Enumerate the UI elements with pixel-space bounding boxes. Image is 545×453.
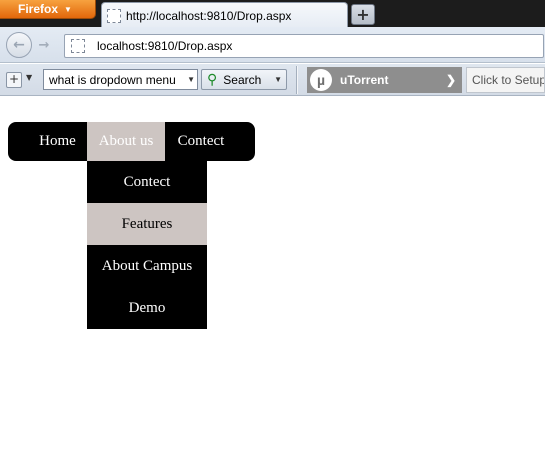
menu-item-home[interactable]: Home [8,122,87,161]
back-button[interactable]: ← [6,32,32,58]
search-toolbar: + ▼ what is dropdown menu ▼ ⚲ Search ▼ µ… [0,64,545,96]
tab-title: http://localhost:9810/Drop.aspx [126,8,292,23]
firefox-button-label: Firefox [18,2,59,16]
search-button-label: Search [223,72,262,87]
toolbar-separator [296,66,298,94]
menu-item-label: Home [39,133,76,149]
submenu-item-about-campus[interactable]: About Campus [87,245,207,287]
menu-item-label: About us [98,133,154,149]
submenu-item-features[interactable]: Features [87,203,207,245]
menu-item-label: Contect [177,133,225,149]
submenu-item-label: Features [121,215,173,232]
firefox-menu-button[interactable]: Firefox ▼ [0,0,96,19]
submenu-item-contect[interactable]: Contect [87,161,207,203]
url-text: localhost:9810/Drop.aspx [97,39,233,53]
arrow-left-icon: ← [13,37,25,53]
utorrent-label: uTorrent [340,73,389,87]
menu-item-contect[interactable]: Contect [165,122,255,161]
main-menu: Home About us Contect [8,122,255,161]
chevron-down-icon[interactable]: ▼ [26,73,32,82]
about-us-dropdown: Contect Features About Campus Demo [87,161,207,329]
add-toolbar-button[interactable]: + [6,72,22,88]
tab-strip: Firefox ▼ http://localhost:9810/Drop.asp… [0,0,545,28]
setup-field[interactable]: Click to Setup [466,67,545,93]
plus-icon: + [356,5,370,24]
site-identity-icon [71,39,85,53]
chevron-down-icon: ▼ [64,4,72,14]
submenu-item-label: About Campus [101,257,193,274]
utorrent-toolbar-button[interactable]: µ uTorrent ❯ [307,67,462,93]
chevron-down-icon[interactable]: ▼ [187,70,195,89]
chevron-down-icon[interactable]: ❯ [446,73,456,87]
search-input[interactable]: what is dropdown menu ▼ [43,69,198,90]
menu-item-about-us[interactable]: About us [87,122,165,161]
utorrent-logo-icon: µ [310,69,332,91]
new-tab-button[interactable]: + [351,4,375,25]
search-button[interactable]: ⚲ Search ▼ [201,69,287,90]
chevron-down-icon[interactable]: ▼ [274,75,282,84]
navigation-bar: ← → localhost:9810/Drop.aspx [0,27,545,63]
submenu-item-label: Demo [128,299,166,316]
magnifier-icon: ⚲ [207,71,218,87]
forward-button[interactable]: → [34,37,54,53]
submenu-item-demo[interactable]: Demo [87,287,207,329]
setup-text: Click to Setup [472,73,545,87]
submenu-item-label: Contect [123,173,171,190]
browser-tab[interactable]: http://localhost:9810/Drop.aspx [101,2,348,28]
address-bar[interactable]: localhost:9810/Drop.aspx [64,34,544,58]
search-query-text: what is dropdown menu [49,72,176,87]
arrow-right-icon: → [38,37,50,53]
page-favicon-icon [107,8,121,23]
